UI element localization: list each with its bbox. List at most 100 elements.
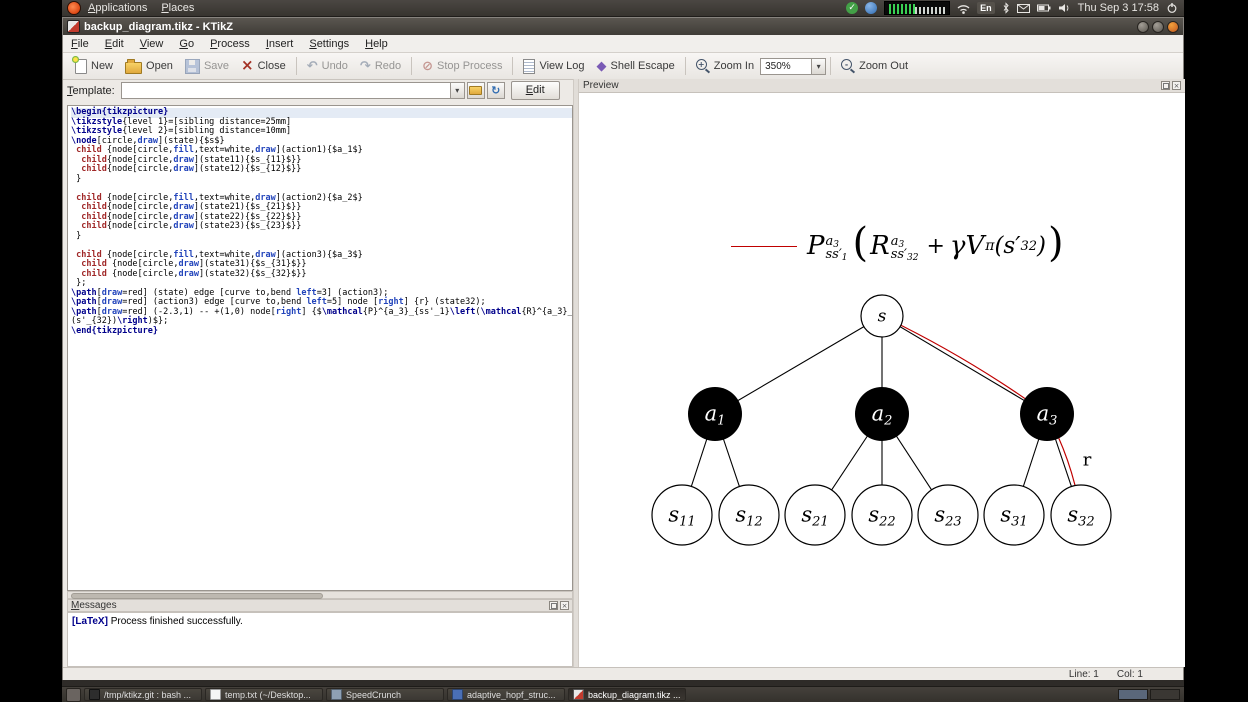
clock[interactable]: Thu Sep 3 17:58 (1078, 2, 1159, 14)
new-button[interactable]: New (69, 55, 119, 76)
open-button[interactable]: Open (119, 57, 179, 76)
node-label-s: s (877, 306, 887, 327)
undo-label: Undo (321, 60, 348, 72)
minimize-button[interactable] (1137, 20, 1149, 33)
stop-icon (422, 60, 433, 73)
menu-settings[interactable]: Settings (301, 35, 357, 53)
save-icon (184, 58, 200, 74)
template-edit-button[interactable]: Edit (510, 81, 560, 100)
code-line: } (71, 230, 82, 241)
editor-horizontal-scrollbar[interactable] (67, 591, 573, 599)
taskbar-item[interactable]: /tmp/ktikz.git : bash ... (84, 688, 202, 701)
places-menu[interactable]: Places (154, 0, 201, 17)
formula-P: P (807, 231, 825, 261)
code-line: child{node[circle,draw](state12){$s_{12}… (81, 164, 302, 174)
volume-icon[interactable] (1058, 3, 1071, 13)
taskbar-item[interactable]: SpeedCrunch (326, 688, 444, 701)
node-label-s22: s22 (868, 502, 896, 530)
panel-indicators: ✓ En Thu Sep 3 17:58 (846, 1, 1184, 15)
workspace-1[interactable] (1118, 689, 1148, 700)
template-combobox[interactable] (120, 82, 465, 99)
menu-help[interactable]: Help (357, 35, 396, 53)
node-label-s32: s32 (1067, 502, 1095, 530)
maximize-button[interactable] (1152, 20, 1164, 33)
taskbar-item-label: /tmp/ktikz.git : bash ... (104, 689, 192, 700)
ubuntu-logo-icon[interactable] (67, 1, 81, 15)
close-button[interactable] (1167, 20, 1179, 33)
session-icon[interactable] (865, 2, 878, 14)
undo-button[interactable]: Undo (301, 58, 354, 75)
template-reload-button[interactable] (486, 82, 505, 99)
menu-process[interactable]: Process (202, 35, 258, 53)
zoom-in-icon (696, 59, 710, 73)
template-value[interactable] (120, 82, 450, 99)
redo-button[interactable]: Redo (354, 58, 407, 75)
formula-plus: + (926, 233, 945, 259)
undock-messages-button[interactable] (549, 601, 558, 610)
wifi-icon[interactable] (957, 3, 970, 14)
status-line: Line: 1 (1068, 668, 1099, 680)
view-log-icon (523, 58, 536, 74)
mem-graph (915, 7, 946, 14)
taskbar-item[interactable]: adaptive_hopf_struc... (447, 688, 565, 701)
titlebar[interactable]: backup_diagram.tikz - KTikZ (63, 18, 1183, 35)
code-line: \end{tikzpicture} (71, 325, 158, 336)
message-tag: [LaTeX] (72, 616, 108, 627)
save-button[interactable]: Save (179, 57, 235, 76)
stop-process-button[interactable]: Stop Process (416, 58, 508, 75)
applications-menu[interactable]: Applications (81, 0, 154, 17)
chevron-down-icon[interactable] (449, 82, 465, 99)
close-file-button[interactable]: Close (235, 57, 292, 75)
shell-escape-icon (597, 60, 607, 73)
screen: Applications Places ✓ En Thu Sep 3 17:58… (0, 0, 1248, 702)
zoom-in-button[interactable]: Zoom In (690, 57, 760, 75)
view-log-button[interactable]: View Log (517, 57, 590, 76)
chevron-down-icon[interactable] (811, 57, 827, 75)
shell-escape-label: Shell Escape (610, 60, 675, 72)
backup-diagram (651, 294, 1112, 546)
code-editor[interactable]: \begin{tikzpicture} \tikzstyle{level 1}=[… (67, 105, 573, 591)
node-label-s23: s23 (934, 502, 962, 530)
mail-icon[interactable] (1016, 3, 1030, 13)
calculator-icon (331, 689, 342, 700)
formula-pi-superscript: π (985, 238, 995, 254)
window-controls (1137, 20, 1179, 33)
zoom-level-value: 350% (760, 57, 812, 75)
save-label: Save (203, 60, 230, 72)
taskbar-item-label: adaptive_hopf_struc... (467, 689, 556, 700)
menu-go[interactable]: Go (171, 35, 202, 53)
bluetooth-icon[interactable] (1002, 2, 1010, 14)
menu-file[interactable]: File (63, 35, 97, 53)
zoom-level-combobox[interactable]: 350% (760, 57, 827, 75)
close-preview-button[interactable] (1172, 81, 1181, 90)
power-icon[interactable] (1166, 2, 1178, 14)
taskbar-item[interactable]: temp.txt (~/Desktop... (205, 688, 323, 701)
shell-escape-button[interactable]: Shell Escape (591, 58, 681, 75)
menu-view[interactable]: View (132, 35, 172, 53)
template-browse-button[interactable] (466, 82, 485, 99)
taskbar: /tmp/ktikz.git : bash ... temp.txt (~/Des… (62, 686, 1184, 702)
ktikz-icon (573, 689, 584, 700)
system-monitor-graph[interactable] (884, 1, 951, 15)
taskbar-item[interactable]: backup_diagram.tikz ... (568, 688, 686, 701)
undock-preview-button[interactable] (1161, 81, 1170, 90)
taskbar-items: /tmp/ktikz.git : bash ... temp.txt (~/Des… (84, 688, 686, 701)
folder-icon (469, 86, 483, 95)
show-desktop-icon[interactable] (66, 687, 81, 702)
text-file-icon (210, 689, 221, 700)
new-label: New (91, 60, 114, 72)
reload-icon (491, 85, 500, 97)
menu-edit[interactable]: Edit (97, 35, 132, 53)
workspace-2[interactable] (1150, 689, 1180, 700)
zoom-out-button[interactable]: Zoom Out (835, 57, 914, 75)
menu-insert[interactable]: Insert (258, 35, 302, 53)
cpu-graph (889, 4, 916, 14)
keyboard-layout-indicator[interactable]: En (977, 2, 995, 14)
updates-icon[interactable]: ✓ (846, 2, 859, 14)
taskbar-item-label: backup_diagram.tikz ... (588, 689, 681, 700)
battery-icon[interactable] (1036, 4, 1051, 12)
close-messages-button[interactable] (560, 601, 569, 610)
taskbar-item-label: temp.txt (~/Desktop... (225, 689, 311, 700)
template-row: Template: Edit (67, 81, 573, 100)
statusbar: Line: 1 Col: 1 (63, 667, 1183, 680)
